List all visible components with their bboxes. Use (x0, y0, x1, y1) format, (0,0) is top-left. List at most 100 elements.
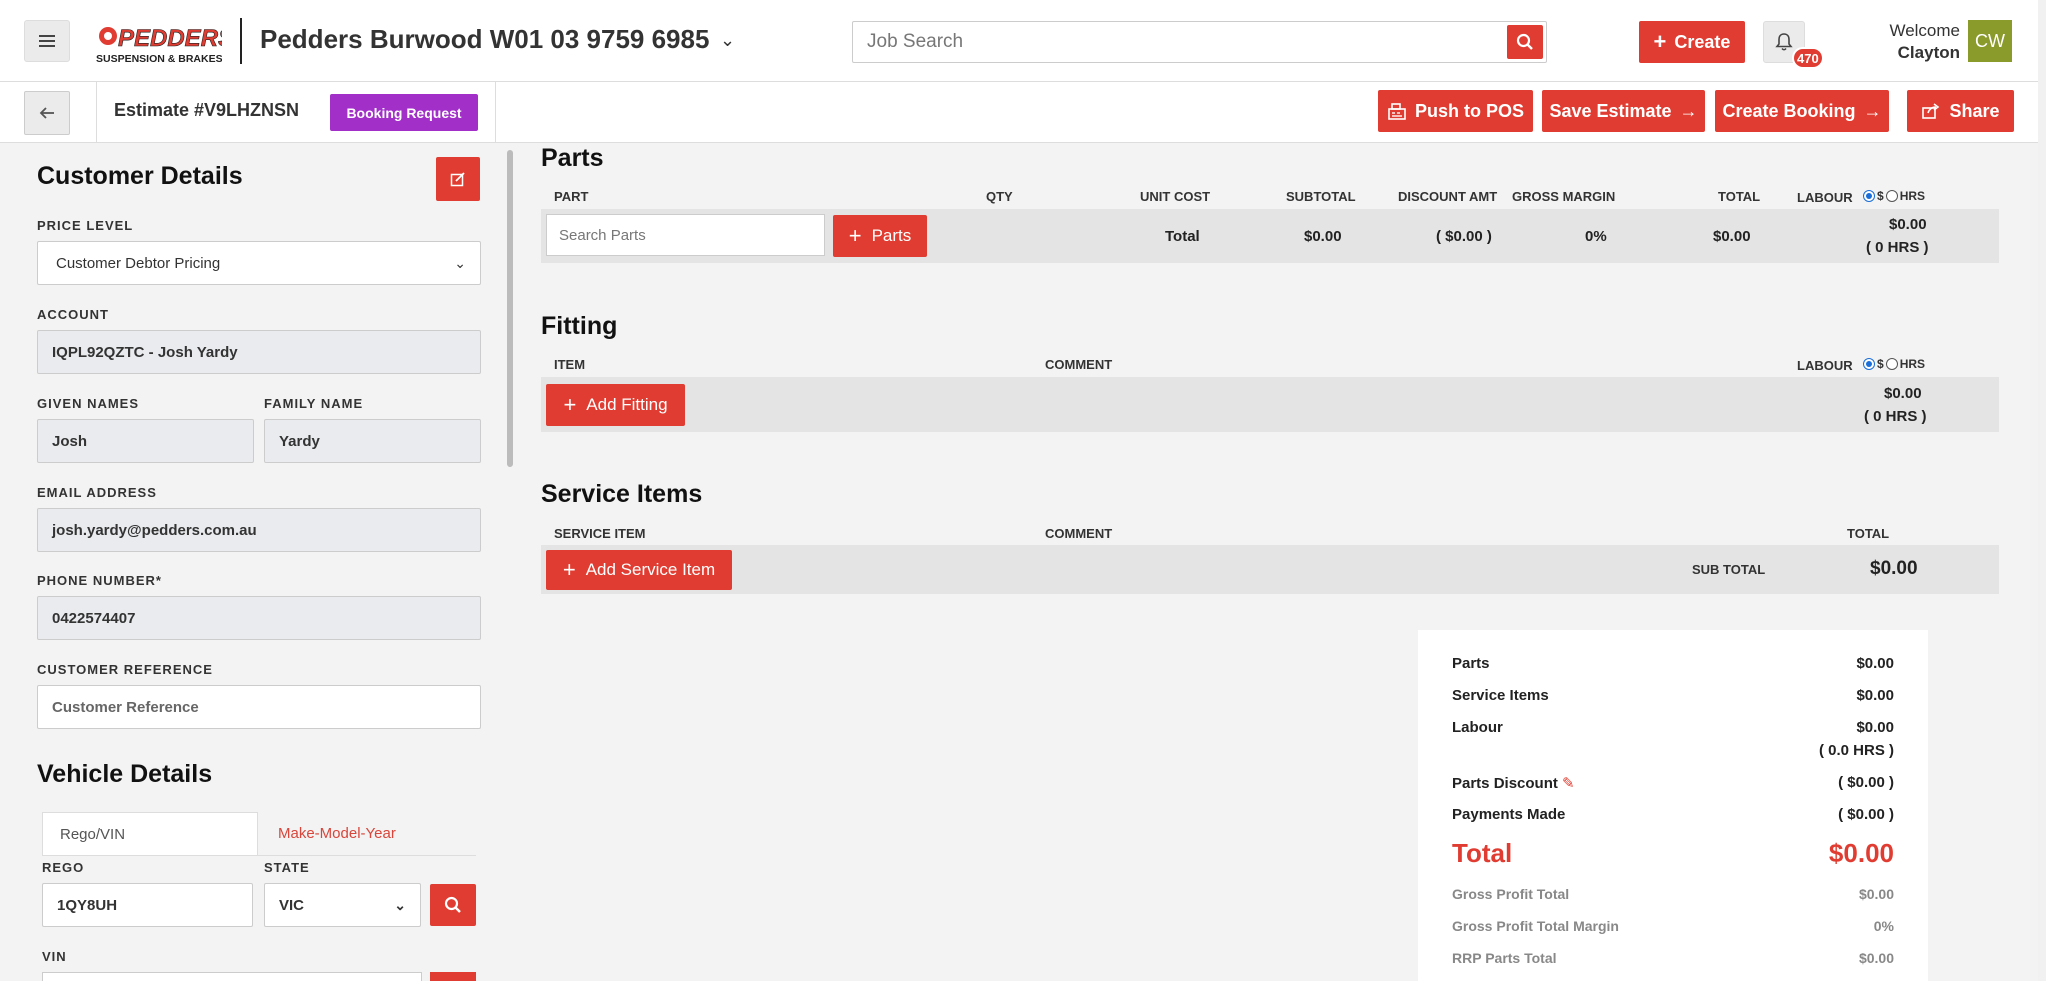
customer-reference-field[interactable]: Customer Reference (37, 685, 481, 729)
parts-gross-margin: 0% (1585, 228, 1607, 245)
summary-discount-label: Parts Discount ✎ (1452, 774, 1575, 792)
labour-dollar-radio[interactable] (1863, 358, 1875, 370)
parts-labour-toggle: $ HRS (1863, 189, 1925, 203)
account-field[interactable]: IQPL92QZTC - Josh Yardy (37, 330, 481, 374)
vin-label: VIN (42, 949, 67, 964)
page-scrollbar[interactable] (2038, 0, 2046, 981)
rego-field[interactable]: 1QY8UH (42, 883, 253, 927)
job-search-button[interactable] (1507, 25, 1543, 59)
summary-service-label: Service Items (1452, 687, 1549, 704)
vin-search-button[interactable] (430, 972, 476, 981)
customer-reference-label: CUSTOMER REFERENCE (37, 662, 213, 677)
add-service-item-label: Add Service Item (585, 560, 716, 579)
create-button[interactable]: + Create (1639, 21, 1745, 63)
toolbar-divider (96, 82, 97, 143)
bell-icon (1775, 33, 1793, 51)
cash-register-icon (1388, 103, 1406, 120)
rego-label: REGO (42, 860, 85, 875)
state-label: STATE (264, 860, 310, 875)
family-name-field[interactable]: Yardy (264, 419, 481, 463)
job-search-input[interactable] (853, 22, 1473, 62)
panel-scrollbar[interactable] (507, 150, 513, 467)
price-level-label: PRICE LEVEL (37, 218, 134, 233)
push-to-pos-label: Push to POS (1414, 100, 1524, 121)
labour-dollar-label: $ (1877, 189, 1884, 203)
service-subtotal-label: SUB TOTAL (1692, 562, 1766, 577)
create-label: Create (1674, 31, 1731, 52)
service-items-row (541, 545, 1999, 594)
share-button[interactable]: Share (1907, 90, 2014, 132)
parts-title: Parts (541, 144, 604, 172)
labour-hours-radio[interactable] (1885, 190, 1898, 202)
col-discount-amt: DISCOUNT AMT (1398, 189, 1498, 204)
booking-request-button[interactable]: Booking Request (330, 94, 478, 131)
add-fitting-button[interactable]: + Add Fitting (546, 384, 685, 426)
edit-customer-button[interactable] (436, 157, 480, 201)
search-icon (444, 896, 461, 913)
summary-total-label: Total (1452, 838, 1513, 868)
fitting-labour-amount: $0.00 (1884, 385, 1922, 402)
labour-dollar-radio[interactable] (1863, 190, 1875, 202)
chevron-down-icon[interactable]: ⌄ (720, 30, 735, 51)
welcome-text: Welcome (1889, 21, 1960, 40)
col-qty: QTY (986, 189, 1013, 204)
back-button[interactable] (24, 91, 70, 135)
arrow-left-icon (39, 107, 54, 119)
summary-payments-value: ( $0.00 ) (1838, 806, 1894, 823)
summary-labour-value: $0.00 (1856, 719, 1894, 736)
edit-icon (450, 172, 465, 187)
summary-labour-hours: ( 0.0 HRS ) (1818, 742, 1894, 759)
phone-field[interactable]: 0422574407 (37, 596, 481, 640)
plus-icon: + (848, 223, 862, 248)
customer-details-title: Customer Details (37, 162, 243, 190)
gross-profit-margin-value: 0% (1873, 918, 1894, 934)
col-unit-cost: UNIT COST (1140, 189, 1211, 204)
rrp-parts-total-value: $0.00 (1858, 950, 1894, 966)
push-to-pos-button[interactable]: Push to POS (1378, 90, 1533, 132)
search-parts-input[interactable]: Search Parts (546, 214, 825, 256)
hamburger-icon (39, 40, 55, 42)
col-gross-margin: GROSS MARGIN (1512, 189, 1616, 204)
col-part: PART (554, 189, 589, 204)
rrp-parts-total-label: RRP Parts Total (1452, 950, 1557, 966)
price-level-value: Customer Debtor Pricing (56, 254, 221, 272)
notification-badge[interactable]: 470 (1792, 47, 1824, 69)
fitting-labour-toggle: $ HRS (1863, 357, 1925, 371)
summary-service-value: $0.00 (1856, 687, 1894, 704)
fitting-title: Fitting (541, 312, 618, 340)
tab-make-model-year[interactable]: Make-Model-Year (278, 825, 396, 842)
summary-total-value: $0.00 (1828, 838, 1894, 868)
given-names-field[interactable]: Josh (37, 419, 254, 463)
parts-labour-amount: $0.00 (1889, 216, 1927, 233)
tab-rego-vin[interactable]: Rego/VIN (42, 812, 258, 856)
rego-search-button[interactable] (430, 884, 476, 926)
arrow-right-icon: → (1679, 100, 1698, 121)
store-name[interactable]: Pedders Burwood W01 03 9759 6985 (260, 24, 709, 55)
create-booking-label: Create Booking (1722, 100, 1856, 121)
arrow-right-icon: → (1863, 100, 1882, 121)
state-value: VIC (279, 896, 305, 914)
gross-profit-margin-label: Gross Profit Total Margin (1452, 918, 1619, 934)
vehicle-details-title: Vehicle Details (37, 760, 213, 788)
summary-payments-label: Payments Made (1452, 806, 1566, 823)
account-label: ACCOUNT (37, 307, 109, 322)
user-name: Clayton (1897, 43, 1960, 62)
add-service-item-button[interactable]: + Add Service Item (546, 550, 732, 590)
gross-profit-total-label: Gross Profit Total (1452, 886, 1570, 902)
state-select[interactable]: VIC ⌄ (264, 883, 421, 927)
vin-field[interactable] (42, 972, 422, 981)
col-service-item: SERVICE ITEM (554, 526, 646, 541)
labour-dollar-label: $ (1877, 357, 1884, 371)
add-parts-button[interactable]: + Parts (833, 215, 927, 257)
pencil-icon[interactable]: ✎ (1562, 775, 1575, 792)
avatar[interactable]: CW (1968, 20, 2012, 62)
chevron-down-icon: ⌄ (394, 896, 406, 913)
labour-hours-radio[interactable] (1885, 358, 1898, 370)
email-label: EMAIL ADDRESS (37, 485, 157, 500)
create-booking-button[interactable]: Create Booking → (1715, 90, 1889, 132)
toolbar-divider (495, 82, 496, 143)
email-field[interactable]: josh.yardy@pedders.com.au (37, 508, 481, 552)
save-estimate-button[interactable]: Save Estimate → (1542, 90, 1705, 132)
price-level-select[interactable]: Customer Debtor Pricing ⌄ (37, 241, 481, 285)
menu-button[interactable] (24, 20, 70, 62)
